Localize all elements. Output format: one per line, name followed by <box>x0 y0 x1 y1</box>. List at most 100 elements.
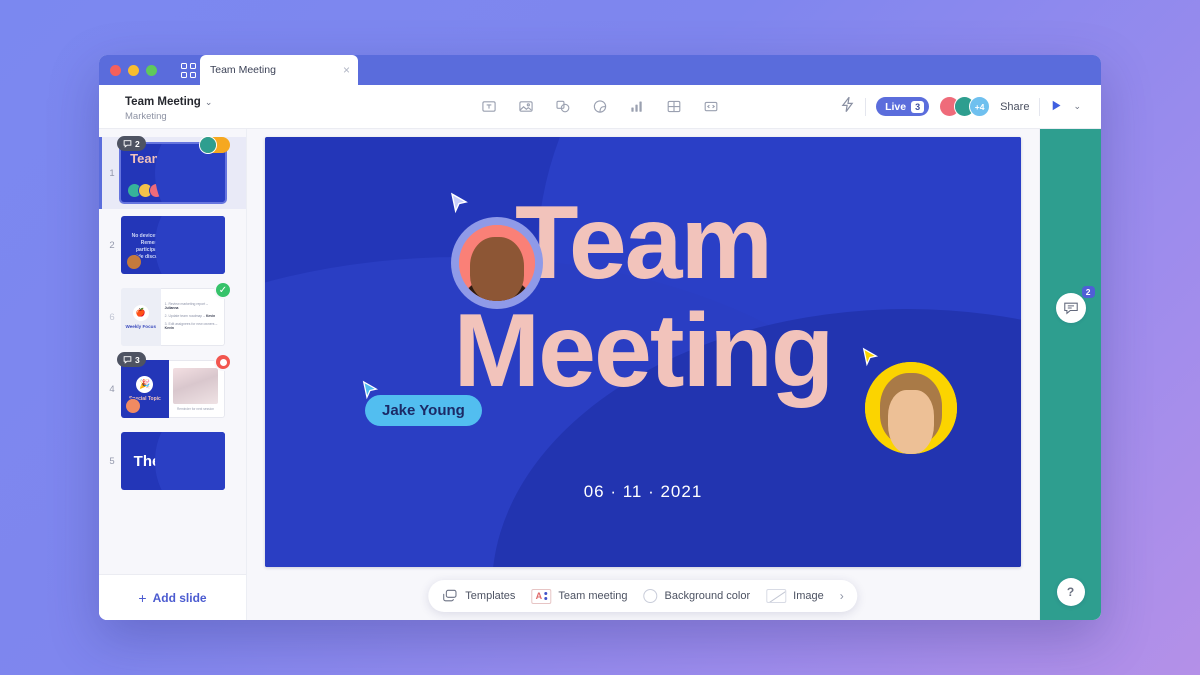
comments-count-badge: 2 <box>1081 286 1095 298</box>
slide-preview[interactable]: Team Meeting 06 · 11 · 2021 2 <box>117 136 230 202</box>
slide-preview[interactable]: 🍎 Weekly Focus 1. Review marketing repor… <box>121 281 232 346</box>
maximize-window-button[interactable] <box>146 64 157 76</box>
format-bar: Templates A Team meeting Background colo… <box>428 580 858 612</box>
collaborator-cursor-label: Jake Young <box>365 395 482 426</box>
slide-panel: 🎉 Special Topic <box>121 360 169 418</box>
toolbar-divider <box>1039 97 1041 116</box>
templates-label: Templates <box>465 590 516 602</box>
browser-tab[interactable]: Team Meeting × <box>200 55 358 85</box>
avatar[interactable] <box>1040 129 1101 620</box>
slide-date[interactable]: 06 · 11 · 2021 <box>265 482 1021 502</box>
slide-thumbnail-2[interactable]: 2 Ground Rules No devices – focus on the… <box>99 209 246 281</box>
workflow-badge[interactable] <box>199 136 230 154</box>
live-badge[interactable]: Live 3 <box>876 97 930 116</box>
slide-thumbnail-1[interactable]: 1 Team Meeting 06 · 11 · 2021 2 <box>99 136 246 209</box>
chevron-right-icon[interactable]: › <box>840 589 844 603</box>
slides-list[interactable]: 1 Team Meeting 06 · 11 · 2021 2 2 Ground… <box>99 129 246 574</box>
font-icon: A <box>531 588 552 604</box>
avatar <box>199 136 217 154</box>
approved-check-icon[interactable]: ✓ <box>214 281 232 299</box>
slide-thumbnail-4[interactable]: 4 🎉 Special Topic Reminder for next sess… <box>99 352 246 425</box>
text-box-icon[interactable] <box>480 97 499 116</box>
comment-count: 2 <box>135 138 140 149</box>
cursor-icon <box>861 347 879 367</box>
insert-tools <box>480 97 721 116</box>
workflow-stack[interactable] <box>1040 129 1101 620</box>
share-button[interactable]: Share <box>1000 101 1029 113</box>
templates-button[interactable]: Templates <box>442 589 515 603</box>
slide-number: 6 <box>109 311 115 323</box>
font-style-label: Team meeting <box>558 590 628 602</box>
canvas-area: Team Meeting Jake Young 06 · 11 · 2021 T… <box>247 129 1039 620</box>
font-style-button[interactable]: A Team meeting <box>531 588 628 604</box>
shapes-icon[interactable] <box>554 97 573 116</box>
chart-icon[interactable] <box>628 97 647 116</box>
image-button[interactable]: Image <box>766 589 824 603</box>
live-count: 3 <box>911 100 925 113</box>
slide-body-text: No devices – focus on the content! Remem… <box>131 233 215 267</box>
comment-badge[interactable]: 3 <box>117 352 146 367</box>
toolbar-divider <box>865 97 867 116</box>
page-title: Team Meeting <box>125 95 201 108</box>
avatar[interactable] <box>865 362 957 454</box>
slide-number: 2 <box>109 239 115 251</box>
document-title-group[interactable]: Team Meeting ⌄ Marketing <box>125 92 212 122</box>
close-window-button[interactable] <box>110 64 121 76</box>
slide-thumbnail-5[interactable]: 5 The🎉End! <box>99 425 246 497</box>
slide-image <box>173 368 218 404</box>
slide-canvas[interactable]: Team Meeting Jake Young 06 · 11 · 2021 <box>265 137 1021 567</box>
document-subtitle: Marketing <box>125 110 167 122</box>
sticker-icon[interactable] <box>591 97 610 116</box>
workflow-panel-button[interactable]: Workflow <box>1040 129 1101 620</box>
slides-panel: 1 Team Meeting 06 · 11 · 2021 2 2 Ground… <box>99 129 247 620</box>
slide-title-line-1: Team <box>515 185 773 301</box>
avatar[interactable] <box>451 217 543 309</box>
avatar-overflow-count[interactable]: +4 <box>969 96 991 117</box>
image-swatch-icon <box>766 589 787 603</box>
slide-preview[interactable]: Ground Rules No devices – focus on the c… <box>121 216 225 274</box>
app-window: Team Meeting × Team Meeting ⌄ Marketing <box>99 55 1101 620</box>
toolbar-right: Live 3 +4 Share ⌄ <box>840 96 1101 118</box>
cursor-icon <box>449 192 469 214</box>
image-icon[interactable] <box>517 97 536 116</box>
list-item: 3. Edit assignees for new owners – Kevin <box>164 322 218 330</box>
color-circle-icon <box>643 589 658 603</box>
slide-title-text: The🎉End! <box>133 453 213 470</box>
tab-label: Team Meeting <box>210 64 276 76</box>
slide-panel-label: Weekly Focus <box>125 323 157 329</box>
title-bar: Team Meeting × <box>99 55 1101 85</box>
right-rail: Design Workflow 2 Comments � <box>1039 129 1101 620</box>
list-item: 1. Review marketing report – Julianna <box>164 302 209 310</box>
chevron-down-icon[interactable]: ⌄ <box>1073 101 1081 112</box>
slide-preview[interactable]: 🎉 Special Topic Reminder for next sessio… <box>117 352 232 418</box>
grid-view-icon[interactable] <box>181 62 196 78</box>
add-slide-button[interactable]: + Add slide <box>99 574 246 620</box>
slide-thumbnail-6[interactable]: 6 🍎 Weekly Focus 1. Review marketing rep… <box>99 281 246 353</box>
table-icon[interactable] <box>665 97 684 116</box>
record-badge[interactable] <box>214 353 232 371</box>
lightning-icon[interactable] <box>840 96 855 118</box>
embed-code-icon[interactable] <box>702 97 721 116</box>
help-button[interactable]: ? <box>1056 578 1085 606</box>
list-item: 2. Update team roadmap – Kevin <box>164 314 216 318</box>
slide-caption: Reminder for next session <box>176 407 215 411</box>
add-slide-label: Add slide <box>152 590 207 605</box>
window-controls[interactable] <box>110 64 157 76</box>
minimize-window-button[interactable] <box>128 64 139 76</box>
main-toolbar: Team Meeting ⌄ Marketing Live 3 +4 Share… <box>99 85 1101 129</box>
close-icon[interactable]: × <box>343 64 350 76</box>
chevron-down-icon[interactable]: ⌄ <box>205 97 213 107</box>
background-color-label: Background color <box>664 590 751 602</box>
slide-preview[interactable]: The🎉End! <box>121 432 225 490</box>
background-color-button[interactable]: Background color <box>643 589 751 603</box>
play-icon[interactable] <box>1050 99 1063 115</box>
avatar <box>126 254 142 270</box>
collaborator-avatars[interactable]: +4 <box>939 96 991 117</box>
live-label: Live <box>885 100 907 113</box>
slide-number: 1 <box>109 167 115 179</box>
comment-badge[interactable]: 2 <box>117 136 146 151</box>
slide-title-text: Team Meeting <box>130 151 216 166</box>
comments-icon[interactable]: 2 <box>1055 286 1095 323</box>
slide-panel: 🍎 Weekly Focus <box>121 288 161 346</box>
party-popper-icon: 🎉 <box>136 376 154 393</box>
